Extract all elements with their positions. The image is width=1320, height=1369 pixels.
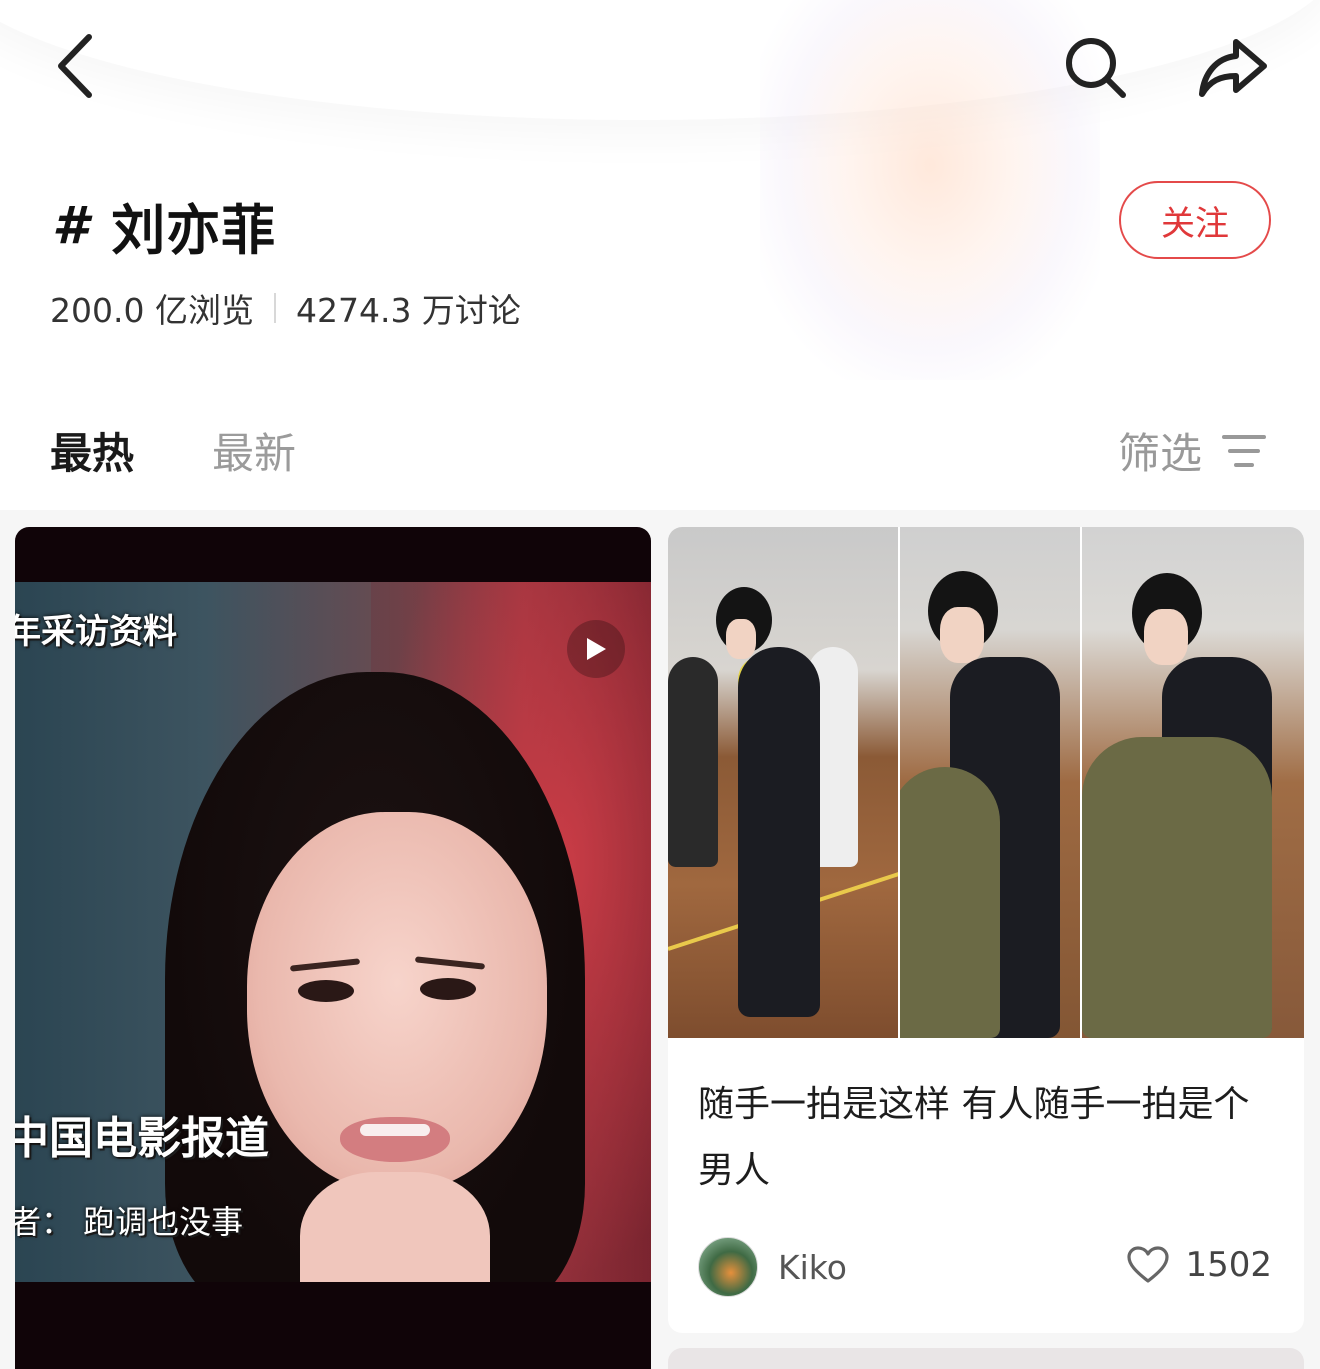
- search-icon: [1066, 38, 1126, 98]
- subject-face: [726, 619, 756, 659]
- thumbnail-teeth: [360, 1124, 430, 1136]
- photo-pane-3: [1080, 527, 1304, 1038]
- thumbnail-hand: [300, 1172, 490, 1282]
- topic-stats: 200.0 亿浏览 4274.3 万讨论: [50, 284, 521, 332]
- caption-top: 年采访资料: [15, 612, 177, 652]
- filter-label: 筛选: [1118, 429, 1203, 478]
- foreground-shirt: [1082, 737, 1272, 1038]
- post-card[interactable]: 随手一拍是这样 有人随手一拍是个男人 Kiko 1502: [668, 527, 1304, 1333]
- thumbnail-eye-right: [420, 978, 476, 1000]
- views-count: 200.0 亿浏览: [50, 291, 254, 330]
- subject-face: [940, 607, 984, 663]
- post-title[interactable]: 随手一拍是这样 有人随手一拍是个男人: [698, 1072, 1278, 1204]
- tab-latest[interactable]: 最新: [212, 420, 296, 481]
- caption-middle: 中国电影报道: [15, 1113, 269, 1164]
- next-post-card[interactable]: [668, 1348, 1304, 1369]
- share-button[interactable]: [1192, 30, 1274, 106]
- sort-tabs: 最热 最新: [50, 420, 374, 481]
- foreground-shirt: [900, 767, 1000, 1038]
- share-icon: [1199, 39, 1267, 97]
- thumbnail-eye-left: [298, 980, 354, 1002]
- photo-pane-1: [668, 527, 898, 1038]
- post-author[interactable]: Kiko: [698, 1237, 847, 1297]
- topic-name: 刘亦菲: [111, 199, 277, 262]
- post-photo: [668, 527, 1304, 1038]
- discussion-count: 4274.3 万讨论: [295, 291, 521, 330]
- hash-icon: #: [52, 195, 90, 256]
- topic-title: # 刘亦菲: [52, 186, 276, 265]
- avatar[interactable]: [698, 1237, 758, 1297]
- like-button[interactable]: 1502: [1127, 1245, 1272, 1285]
- subject-figure: [738, 647, 820, 1017]
- author-name[interactable]: Kiko: [778, 1248, 847, 1287]
- like-count: 1502: [1185, 1245, 1272, 1285]
- play-icon[interactable]: [567, 620, 625, 678]
- photo-pane-2: [898, 527, 1080, 1038]
- tab-hottest[interactable]: 最热: [50, 420, 134, 481]
- topic-header: # 刘亦菲 关注 200.0 亿浏览 4274.3 万讨论 最热 最新 筛选: [0, 0, 1320, 510]
- follow-button[interactable]: 关注: [1119, 181, 1271, 259]
- filter-button[interactable]: 筛选: [1118, 420, 1267, 481]
- search-button[interactable]: [1058, 30, 1134, 106]
- video-card[interactable]: 年采访资料 中国电影报道 者： 跑调也没事: [15, 527, 651, 1369]
- header-glow: [760, 0, 1100, 380]
- stats-divider: [273, 293, 276, 323]
- heart-icon: [1127, 1246, 1170, 1284]
- bystander-figure: [668, 657, 718, 867]
- topic-page: # 刘亦菲 关注 200.0 亿浏览 4274.3 万讨论 最热 最新 筛选 年…: [0, 0, 1320, 1369]
- subject-face: [1144, 609, 1188, 665]
- caption-bottom: 者： 跑调也没事: [15, 1203, 244, 1241]
- back-button[interactable]: [40, 28, 110, 104]
- video-thumbnail: 年采访资料 中国电影报道 者： 跑调也没事: [15, 582, 651, 1282]
- chevron-left-icon: [58, 34, 92, 98]
- filter-lines-icon: [1222, 433, 1267, 469]
